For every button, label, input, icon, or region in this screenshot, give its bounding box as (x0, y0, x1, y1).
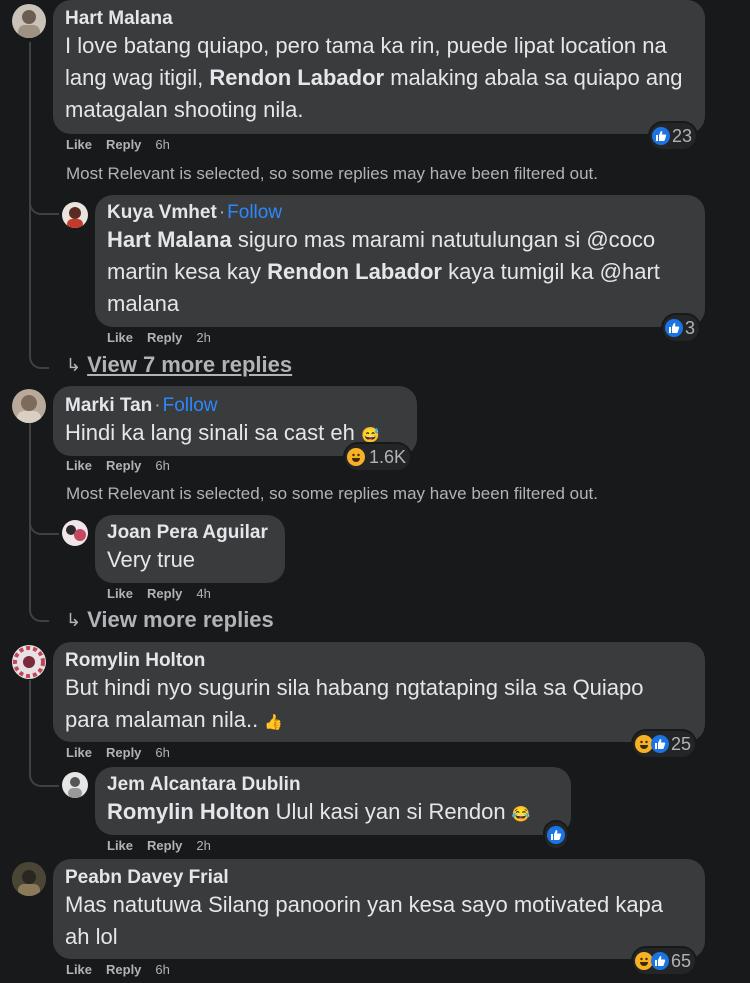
comment-author[interactable]: Romylin Holton (65, 650, 691, 672)
reaction-count[interactable]: 23 (650, 123, 697, 149)
comment-author: Marki Tan · Follow (65, 395, 218, 416)
like-button[interactable]: Like (66, 458, 92, 473)
reply-button[interactable]: Reply (147, 586, 182, 601)
timestamp[interactable]: 6h (155, 458, 169, 473)
comment-bubble: Romylin Holton But hindi nyo sugurin sil… (53, 642, 705, 742)
avatar[interactable] (62, 772, 88, 798)
comment-author[interactable]: Peabn Davey Frial (65, 867, 691, 889)
thumbs-up-emoji-icon: 👍 (264, 714, 284, 731)
like-button[interactable]: Like (66, 137, 92, 152)
like-reaction-icon (651, 735, 669, 753)
like-reaction-icon (665, 319, 683, 337)
avatar[interactable] (12, 645, 46, 679)
reaction-count[interactable]: 25 (633, 731, 696, 757)
avatar[interactable] (12, 389, 46, 423)
user-photo-icon (66, 525, 86, 541)
reply-button[interactable]: Reply (106, 458, 141, 473)
reply-bubble: Joan Pera Aguilar Very true (95, 515, 285, 583)
mention-link[interactable]: Hart Malana (107, 227, 232, 252)
reply-button[interactable]: Reply (106, 962, 141, 977)
user-photo-icon (12, 862, 46, 896)
comment-bubble: Peabn Davey Frial Mas natutuwa Silang pa… (53, 859, 705, 959)
comment-author[interactable]: Hart Malana (65, 8, 691, 30)
reply-button[interactable]: Reply (147, 330, 182, 345)
timestamp[interactable]: 4h (196, 586, 210, 601)
reaction-count[interactable]: 1.6K (345, 444, 411, 470)
mention-link[interactable]: Rendon Labador (267, 259, 442, 284)
haha-reaction-icon (347, 448, 365, 466)
view-more-replies-button[interactable]: ↳ View 7 more replies (66, 352, 292, 378)
like-reaction-icon (651, 952, 669, 970)
user-photo-icon (13, 646, 45, 678)
mention-link[interactable]: Romylin Holton (107, 799, 270, 824)
grinning-emoji-icon: 😅 (360, 427, 380, 444)
like-button[interactable]: Like (66, 962, 92, 977)
user-photo-icon (17, 395, 41, 423)
laughing-emoji-icon: 😂 (511, 806, 531, 823)
reaction-icon-only[interactable] (545, 822, 567, 848)
timestamp[interactable]: 6h (155, 962, 169, 977)
comment-text: But hindi nyo sugurin sila habang ngtata… (65, 675, 644, 732)
avatar[interactable] (62, 202, 88, 228)
timestamp[interactable]: 2h (196, 838, 210, 853)
reply-actions: Like Reply 2h (107, 330, 211, 345)
reply-bubble: Kuya Vmhet · Follow Hart Malana siguro mas… (95, 195, 705, 327)
user-photo-icon (18, 10, 40, 38)
reply-arrow-icon: ↳ (66, 354, 82, 375)
like-reaction-icon (652, 127, 670, 145)
like-button[interactable]: Like (66, 745, 92, 760)
reaction-count[interactable]: 65 (633, 948, 696, 974)
reaction-count[interactable]: 3 (663, 315, 700, 341)
thread-line (29, 195, 59, 215)
reply-author[interactable]: Joan Pera Aguilar (107, 522, 271, 544)
user-photo-icon (67, 207, 83, 228)
view-more-replies-button[interactable]: ↳ View more replies (66, 607, 274, 633)
avatar[interactable] (62, 520, 88, 546)
avatar[interactable] (12, 862, 46, 896)
reply-actions: Like Reply 4h (107, 586, 211, 601)
avatar[interactable] (12, 4, 46, 38)
timestamp[interactable]: 6h (155, 137, 169, 152)
like-button[interactable]: Like (107, 586, 133, 601)
comment-bubble: Hart Malana I love batang quiapo, pero t… (53, 0, 705, 134)
comment-actions: Like Reply 6h (66, 458, 170, 473)
thread-line (29, 515, 59, 535)
comment-text: Mas natutuwa Silang panoorin yan kesa sa… (65, 892, 664, 949)
reply-author: Kuya Vmhet · Follow (107, 202, 283, 223)
reply-text: Hart Malana siguro mas marami natutulung… (107, 227, 660, 316)
like-button[interactable]: Like (107, 838, 133, 853)
author-name[interactable]: Kuya Vmhet (107, 202, 217, 223)
comment-actions: Like Reply 6h (66, 745, 170, 760)
comment-text: I love batang quiapo, pero tama ka rin, … (65, 33, 683, 122)
comment-actions: Like Reply 6h (66, 137, 170, 152)
reply-button[interactable]: Reply (106, 137, 141, 152)
timestamp[interactable]: 6h (155, 745, 169, 760)
like-reaction-icon (547, 826, 565, 844)
reply-arrow-icon: ↳ (66, 609, 82, 630)
follow-button[interactable]: Follow (163, 395, 218, 416)
follow-button[interactable]: Follow (227, 202, 282, 223)
filter-notice: Most Relevant is selected, so some repli… (66, 484, 598, 503)
comment-actions: Like Reply 6h (66, 962, 170, 977)
reply-author[interactable]: Jem Alcantara Dublin (107, 774, 557, 796)
timestamp[interactable]: 2h (196, 330, 210, 345)
reply-bubble: Jem Alcantara Dublin Romylin Holton Ulul… (95, 767, 571, 835)
reply-button[interactable]: Reply (147, 838, 182, 853)
reply-text: Very true (107, 547, 196, 572)
mention-link[interactable]: Rendon Labador (209, 65, 384, 90)
author-name[interactable]: Marki Tan (65, 395, 152, 416)
reply-text: Romylin Holton Ulul kasi yan si Rendon 😂 (107, 799, 531, 824)
reply-actions: Like Reply 2h (107, 838, 211, 853)
user-photo-icon (68, 777, 82, 798)
reply-button[interactable]: Reply (106, 745, 141, 760)
like-button[interactable]: Like (107, 330, 133, 345)
filter-notice: Most Relevant is selected, so some repli… (66, 164, 598, 183)
